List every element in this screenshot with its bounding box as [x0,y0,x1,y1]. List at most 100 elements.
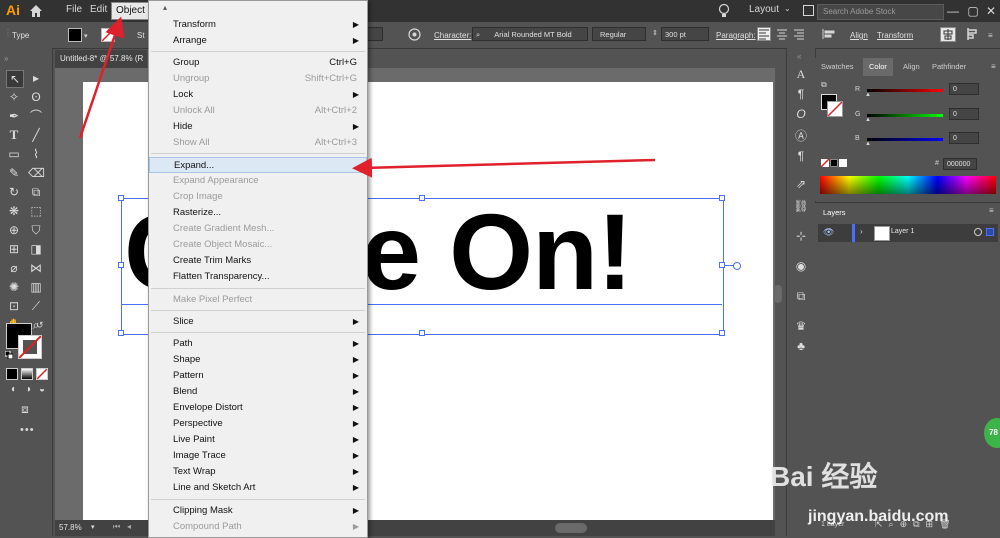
menu-file[interactable]: File [66,4,82,15]
swap-colors-icon[interactable]: ↺ [36,320,44,331]
channel-g-value[interactable]: 0 [949,108,979,120]
font-size-field[interactable]: 300 pt [661,27,709,41]
panel-menu-icon[interactable]: ≡ [989,206,994,215]
selection-indicator[interactable] [986,228,994,236]
menu-item-lock[interactable]: Lock ▶ [149,87,367,103]
screen-mode-icon[interactable]: ⧈ [17,401,33,417]
slider-thumb-icon[interactable]: ▲ [865,92,871,98]
resize-handle-t[interactable] [419,195,425,201]
magic-wand-tool-icon[interactable]: ✧ [6,89,22,105]
paragraph-panel-link[interactable]: Paragraph: [716,31,756,40]
stepper-icon[interactable]: ⇕ [652,29,658,37]
font-family-field[interactable]: ⌕ Arial Rounded MT Bold [472,27,588,41]
resize-handle-b[interactable] [419,330,425,336]
selection-tool-icon[interactable]: ↖ [6,70,24,88]
channel-g-slider[interactable] [867,114,943,117]
menu-item-perspective[interactable]: Perspective ▶ [149,416,367,432]
brushes-panel-icon[interactable]: ♣ [793,338,809,354]
menu-item-transform[interactable]: Transform ▶ [149,17,367,33]
font-style-field[interactable]: Regular [592,27,646,41]
lasso-tool-icon[interactable]: ʘ [28,89,44,105]
channel-b-value[interactable]: 0 [949,132,979,144]
asset-export-icon[interactable]: ⧉ [793,288,809,304]
slider-thumb-icon[interactable]: ▲ [865,141,871,147]
transform-panel-icon[interactable]: ⊹ [793,228,809,244]
white-swatch[interactable] [839,159,847,167]
menu-item-show-all[interactable]: Show All Alt+Ctrl+3 [149,135,367,151]
symbols-panel-icon[interactable]: ♛ [793,318,809,334]
paragraph-styles-icon[interactable]: ¶ [793,148,809,164]
menu-item-line-and-sketch-art[interactable]: Line and Sketch Art ▶ [149,480,367,496]
menu-item-hide[interactable]: Hide ▶ [149,119,367,135]
gradient-mode-icon[interactable] [21,368,33,380]
layer-name[interactable]: Layer 1 [891,228,914,235]
eyedropper-tool-icon[interactable]: ⌀ [6,260,22,276]
menu-item-pattern[interactable]: Pattern ▶ [149,368,367,384]
graph-tool-icon[interactable]: ▥ [28,279,44,295]
isolate-mode-icon[interactable] [966,26,984,42]
layer-row[interactable]: 👁 › Layer 1 [818,224,998,242]
slice-tool-icon[interactable]: ⟋ [28,298,44,314]
opentype-panel-icon[interactable]: O [793,106,809,122]
distribute-icon[interactable] [940,27,956,42]
chevron-down-icon[interactable]: ⌄ [784,4,791,13]
live-paint-tool-icon[interactable]: ⛉ [28,222,44,238]
menu-item-crop-image[interactable]: Crop Image [149,189,367,205]
stroke-color-box[interactable] [18,335,42,359]
recolor-icon[interactable] [408,28,421,41]
menu-item-compound-path[interactable]: Compound Path ▶ [149,519,367,535]
menu-item-group[interactable]: Group Ctrl+G [149,55,367,71]
menu-item-clipping-mask[interactable]: Clipping Mask ▶ [149,503,367,519]
shape-builder-tool-icon[interactable]: ⊕ [6,222,22,238]
prev-artboard-icon[interactable]: ◂ [127,522,131,531]
paragraph-panel-icon[interactable]: ¶ [793,86,809,102]
home-icon[interactable] [28,3,44,19]
rotate-tool-icon[interactable]: ↻ [6,184,22,200]
zoom-dropdown-icon[interactable]: ▾ [91,523,95,531]
channel-r-slider[interactable] [867,89,943,92]
menu-item-blend[interactable]: Blend ▶ [149,384,367,400]
align-panel-link[interactable]: Align [850,31,868,40]
workspace-layout[interactable]: Layout [749,4,779,15]
menu-item-arrange[interactable]: Arrange ▶ [149,33,367,49]
menu-item-flatten-transparency[interactable]: Flatten Transparency... [149,269,367,285]
resize-handle-tr[interactable] [719,195,725,201]
expand-chevron-icon[interactable]: › [860,227,863,236]
shaper-tool-icon[interactable]: ✎ [6,165,22,181]
none-swatch[interactable] [821,159,829,167]
direct-selection-tool-icon[interactable]: ▸ [28,70,44,86]
tab-color[interactable]: Color [863,58,893,76]
menu-item-shape[interactable]: Shape ▶ [149,352,367,368]
warp-tool-icon[interactable]: ❋ [6,203,22,219]
vertical-scrollbar[interactable] [774,285,782,303]
menu-item-create-trim-marks[interactable]: Create Trim Marks [149,253,367,269]
scroll-up-icon[interactable]: ▴ [163,3,167,12]
export-icon[interactable]: ⇗ [793,176,809,192]
channel-r-value[interactable]: 0 [949,83,979,95]
document-tab[interactable]: Untitled-8* @ 57.8% (R [55,50,147,68]
draw-inside-icon[interactable]: ◒ [34,382,50,398]
menu-object[interactable]: Object [111,2,150,20]
visibility-eye-icon[interactable]: 👁 [823,227,834,238]
slider-thumb-icon[interactable]: ▲ [865,117,871,123]
target-circle-icon[interactable] [974,228,982,236]
color-options-icon[interactable]: ⧉ [821,80,827,90]
default-colors-icon[interactable] [4,350,14,360]
align-left-icon[interactable] [757,27,771,41]
tab-align[interactable]: Align [897,58,926,76]
layers-panel-title[interactable]: Layers [823,208,846,217]
character-panel-icon[interactable]: A [793,66,809,82]
menu-item-make-pixel-perfect[interactable]: Make Pixel Perfect [149,292,367,308]
blend-tool-icon[interactable]: ⋈ [28,260,44,276]
fill-dropdown-icon[interactable]: ▾ [84,32,88,40]
lightbulb-icon[interactable] [718,3,730,19]
collapse-icon[interactable]: » [4,54,8,63]
menu-item-live-paint[interactable]: Live Paint ▶ [149,432,367,448]
tab-pathfinder[interactable]: Pathfinder [926,58,972,76]
align-objects-icon[interactable] [822,28,836,40]
curvature-tool-icon[interactable]: ⌒ [28,108,44,124]
text-out-port[interactable] [733,262,741,270]
type-tool-icon[interactable]: T [6,127,22,143]
menu-item-rasterize[interactable]: Rasterize... [149,205,367,221]
menu-item-unlock-all[interactable]: Unlock All Alt+Ctrl+2 [149,103,367,119]
